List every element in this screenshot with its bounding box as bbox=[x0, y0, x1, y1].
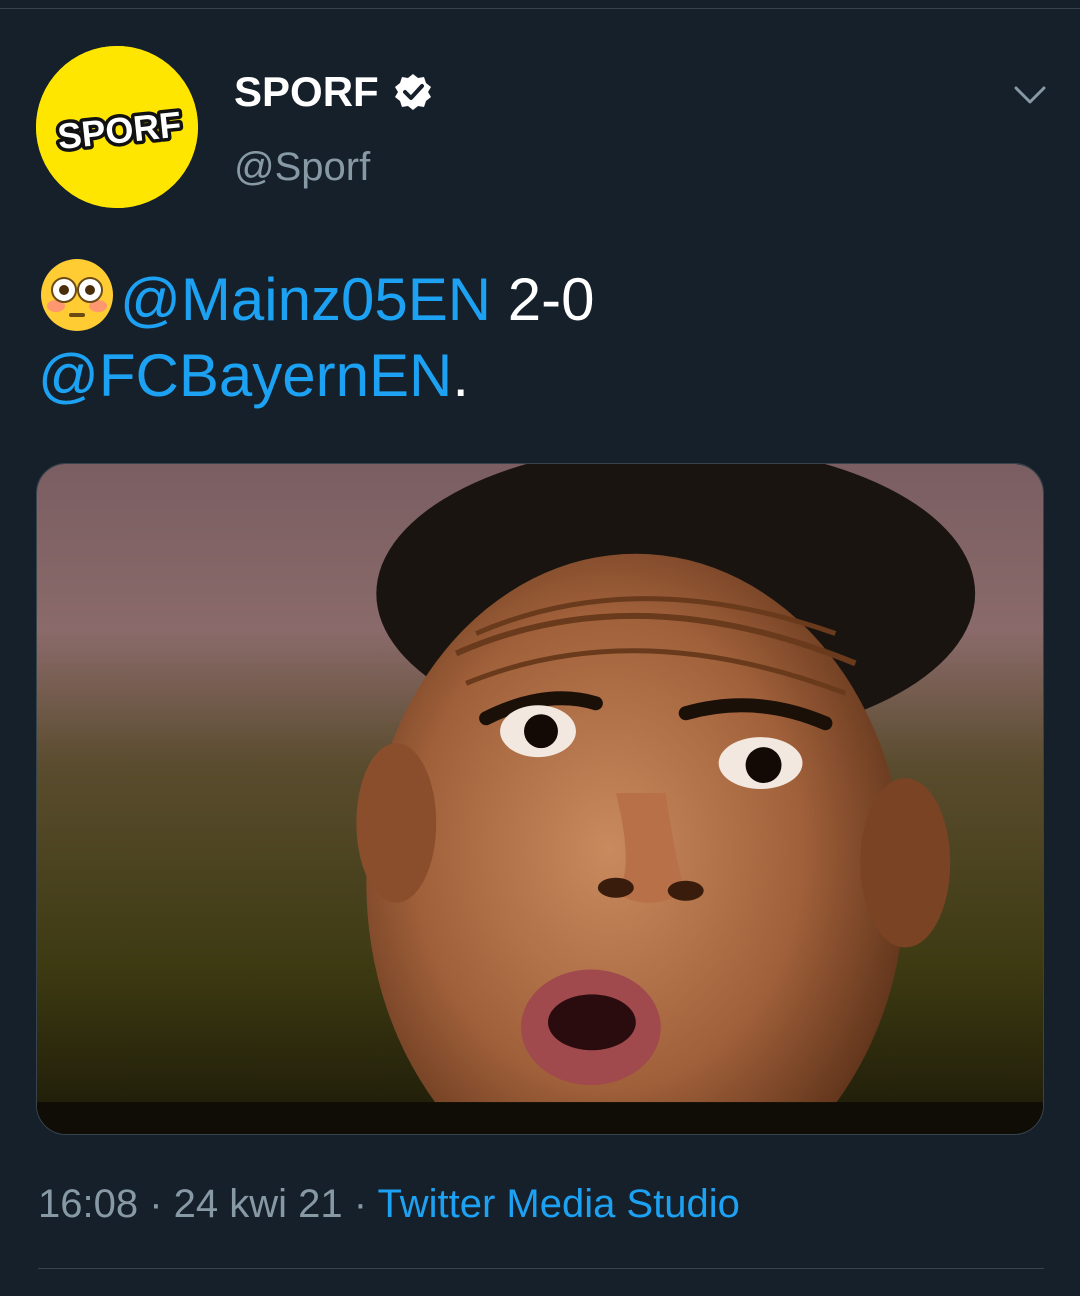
score-text: 2-0 bbox=[491, 266, 595, 333]
mention-bayern[interactable]: @FCBayernEN bbox=[38, 342, 452, 409]
meta-separator: · bbox=[342, 1182, 378, 1226]
tweet-time: 16:08 bbox=[38, 1182, 139, 1226]
chevron-down-icon[interactable] bbox=[1010, 74, 1050, 114]
author-handle[interactable]: @Sporf bbox=[234, 142, 370, 192]
author-display-name[interactable]: SPORF bbox=[234, 66, 379, 118]
avatar[interactable]: SPORF SPORF bbox=[36, 46, 198, 208]
meta-separator: · bbox=[138, 1182, 174, 1226]
trailing-period: . bbox=[452, 342, 470, 409]
tweet-meta: 16:08 · 24 kwi 21 · Twitter Media Studio bbox=[38, 1178, 740, 1230]
flushed-face-emoji-icon bbox=[38, 256, 116, 334]
mention-mainz[interactable]: @Mainz05EN bbox=[120, 266, 491, 333]
bottom-divider bbox=[38, 1268, 1044, 1269]
tweet-date: 24 kwi 21 bbox=[173, 1182, 343, 1226]
top-divider bbox=[0, 8, 1080, 9]
tweet-source-link[interactable]: Twitter Media Studio bbox=[377, 1182, 739, 1226]
verified-badge-icon bbox=[393, 72, 433, 112]
sporf-logo: SPORF SPORF bbox=[36, 46, 198, 208]
tweet-media-photo[interactable] bbox=[36, 463, 1044, 1135]
author-name-row[interactable]: SPORF bbox=[234, 66, 433, 118]
tweet-text: @Mainz05EN 2-0 @FCBayernEN. bbox=[38, 256, 1048, 414]
photo-of-surprised-face-icon bbox=[37, 464, 1043, 1134]
